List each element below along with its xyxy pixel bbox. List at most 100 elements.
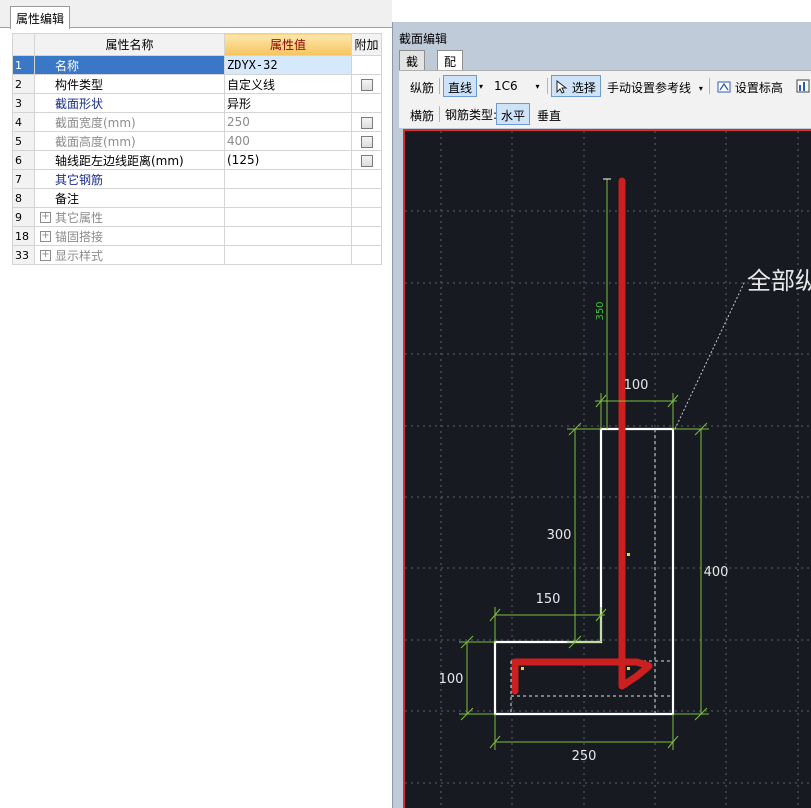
property-value-cell[interactable]: ZDYX-32 bbox=[224, 55, 352, 75]
property-row[interactable]: 2 构件类型 自定义线 bbox=[12, 74, 382, 94]
extra-cell bbox=[351, 188, 382, 208]
property-editor-panel: 属性编辑 属性名称 属性值 附加 1 名称 ZDYX-32 2 构件类型 自定义线 3 截面形… bbox=[0, 0, 392, 808]
toolbar-separator bbox=[439, 106, 440, 122]
property-name-label: 轴线距左边线距离(mm) bbox=[55, 153, 184, 168]
extra-checkbox[interactable] bbox=[360, 116, 373, 129]
row-number: 4 bbox=[12, 112, 35, 132]
row-number: 33 bbox=[12, 245, 35, 265]
row-number: 2 bbox=[12, 74, 35, 94]
extra-cell[interactable] bbox=[351, 74, 382, 94]
dim-label-total-width: 250 bbox=[572, 749, 597, 764]
property-name-cell[interactable]: + 其它属性 bbox=[34, 207, 225, 227]
horizontal-type-button[interactable]: 水平 bbox=[496, 103, 531, 125]
extra-cell bbox=[351, 245, 382, 265]
property-value-cell[interactable] bbox=[224, 226, 352, 246]
property-row[interactable]: 33 + 显示样式 bbox=[12, 245, 382, 265]
section-drawing[interactable]: 350 100 300 400 150 100 250 全部纵 bbox=[405, 131, 811, 808]
property-name-label: 名称 bbox=[55, 58, 80, 73]
select-button[interactable]: 选择 bbox=[551, 75, 601, 97]
longitudinal-rebar-button[interactable]: 纵筋 bbox=[405, 75, 439, 97]
reference-lines bbox=[510, 429, 673, 714]
header-row-number bbox=[12, 33, 35, 56]
property-value-cell[interactable]: (125) bbox=[224, 150, 352, 170]
property-name-cell[interactable]: 截面形状 bbox=[34, 93, 225, 113]
property-row[interactable]: 7 其它钢筋 bbox=[12, 169, 382, 189]
header-property-name[interactable]: 属性名称 bbox=[34, 33, 225, 56]
dim-label-upper-height: 300 bbox=[547, 528, 572, 543]
rebar-spec-select[interactable]: 1C6 ▾ bbox=[489, 75, 545, 97]
property-name-label: 其它钢筋 bbox=[55, 172, 104, 187]
property-name-cell[interactable]: 备注 bbox=[34, 188, 225, 208]
tab-reinforcement[interactable]: 配筋 bbox=[437, 50, 464, 86]
set-elevation-button[interactable]: 设置标高 bbox=[712, 75, 788, 97]
extra-cell bbox=[351, 93, 382, 113]
property-name-label: 锚固搭接 bbox=[55, 229, 104, 244]
property-row[interactable]: 3 截面形状 异形 bbox=[12, 93, 382, 113]
property-row[interactable]: 6 轴线距左边线距离(mm) (125) bbox=[12, 150, 382, 170]
callout-text: 全部纵 bbox=[747, 267, 811, 295]
property-row[interactable]: 8 备注 bbox=[12, 188, 382, 208]
row-number: 3 bbox=[12, 93, 35, 113]
line-mode-dropdown[interactable]: ▾ bbox=[478, 75, 488, 97]
extra-checkbox[interactable] bbox=[360, 154, 373, 167]
property-name-label: 截面形状 bbox=[55, 96, 104, 111]
section-editor-panel: 截面编辑 截面 配筋 纵筋 直线 ▾ 1C6 ▾ 选择 手动设置参考线 ▾ bbox=[392, 22, 811, 808]
property-name-cell[interactable]: + 显示样式 bbox=[34, 245, 225, 265]
property-row[interactable]: 9 + 其它属性 bbox=[12, 207, 382, 227]
property-name-cell[interactable]: 截面宽度(mm) bbox=[34, 112, 225, 132]
property-value-cell[interactable] bbox=[224, 207, 352, 227]
property-name-label: 截面宽度(mm) bbox=[55, 115, 136, 130]
chevron-down-icon: ▾ bbox=[535, 82, 540, 91]
dimension-labels: 350 100 300 400 150 100 250 bbox=[439, 301, 729, 764]
section-drawing-canvas[interactable]: 350 100 300 400 150 100 250 全部纵 bbox=[403, 129, 811, 808]
callout-leader-line bbox=[674, 280, 746, 430]
header-extra[interactable]: 附加 bbox=[351, 33, 382, 56]
header-property-value[interactable]: 属性值 bbox=[224, 33, 352, 56]
row-number: 9 bbox=[12, 207, 35, 227]
chevron-down-icon: ▾ bbox=[479, 82, 484, 91]
extra-cell[interactable] bbox=[351, 150, 382, 170]
expand-plus-icon[interactable]: + bbox=[40, 249, 51, 261]
rebar-type-label: 钢筋类型: bbox=[445, 108, 498, 122]
property-row[interactable]: 4 截面宽度(mm) 250 bbox=[12, 112, 382, 132]
extra-checkbox[interactable] bbox=[360, 135, 373, 148]
property-row[interactable]: 5 截面高度(mm) 400 bbox=[12, 131, 382, 151]
dim-label-flange-length: 150 bbox=[536, 592, 561, 607]
stirrup-button[interactable]: 横筋 bbox=[405, 103, 439, 125]
extra-cell bbox=[351, 226, 382, 246]
reinforcement-toolbar: 纵筋 直线 ▾ 1C6 ▾ 选择 手动设置参考线 ▾ 设置标高 横筋 钢筋类型:… bbox=[399, 70, 811, 128]
property-name-cell[interactable]: 截面高度(mm) bbox=[34, 131, 225, 151]
chart-icon-button[interactable] bbox=[791, 75, 811, 97]
property-row[interactable]: 18 + 锚固搭接 bbox=[12, 226, 382, 246]
toolbar-separator bbox=[709, 78, 710, 94]
property-value-cell[interactable]: 异形 bbox=[224, 93, 352, 113]
extra-cell[interactable] bbox=[351, 112, 382, 132]
grid-lines bbox=[405, 131, 811, 808]
manual-reference-line-button[interactable]: 手动设置参考线 ▾ bbox=[602, 75, 708, 97]
property-value-cell[interactable]: 250 bbox=[224, 112, 352, 132]
property-row[interactable]: 1 名称 ZDYX-32 bbox=[12, 55, 382, 75]
row-number: 5 bbox=[12, 131, 35, 151]
property-value-cell[interactable]: 400 bbox=[224, 131, 352, 151]
property-name-cell[interactable]: 构件类型 bbox=[34, 74, 225, 94]
extra-cell bbox=[351, 55, 382, 75]
property-value-cell[interactable] bbox=[224, 245, 352, 265]
extra-cell[interactable] bbox=[351, 131, 382, 151]
tab-section[interactable]: 截面 bbox=[399, 50, 426, 86]
property-name-cell[interactable]: + 锚固搭接 bbox=[34, 226, 225, 246]
property-value-cell[interactable] bbox=[224, 188, 352, 208]
property-name-cell[interactable]: 其它钢筋 bbox=[34, 169, 225, 189]
extra-checkbox[interactable] bbox=[360, 78, 373, 91]
row-number: 1 bbox=[12, 55, 35, 75]
row-number: 6 bbox=[12, 150, 35, 170]
property-value-cell[interactable] bbox=[224, 169, 352, 189]
vertical-type-button[interactable]: 垂直 bbox=[532, 103, 566, 125]
expand-plus-icon[interactable]: + bbox=[40, 211, 51, 223]
tab-property-editor[interactable]: 属性编辑 bbox=[10, 6, 71, 29]
line-mode-button[interactable]: 直线 bbox=[443, 75, 478, 97]
property-value-cell[interactable]: 自定义线 bbox=[224, 74, 352, 94]
expand-plus-icon[interactable]: + bbox=[40, 230, 51, 242]
property-name-cell[interactable]: 名称 bbox=[34, 55, 225, 75]
property-name-cell[interactable]: 轴线距左边线距离(mm) bbox=[34, 150, 225, 170]
extra-cell bbox=[351, 207, 382, 227]
